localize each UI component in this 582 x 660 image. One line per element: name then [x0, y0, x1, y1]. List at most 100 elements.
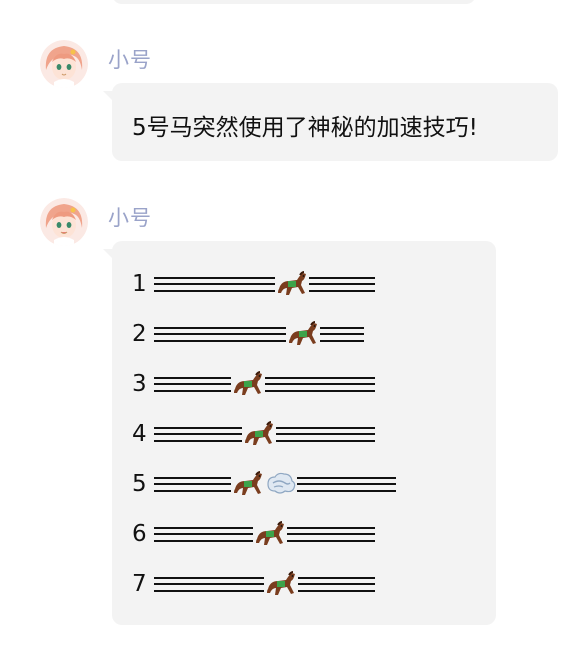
track-segment [231, 426, 242, 442]
lane-track [154, 467, 396, 501]
track-segment [198, 526, 209, 542]
track-segment [287, 526, 298, 542]
lane-number: 7 [132, 571, 147, 597]
track-segment [331, 576, 342, 592]
track-segment [275, 326, 286, 342]
track-segment [242, 576, 253, 592]
track-segment [331, 276, 342, 292]
track-segment [165, 576, 176, 592]
avatar[interactable] [40, 198, 88, 246]
racing-horse-icon [253, 517, 287, 551]
track-segment [242, 526, 253, 542]
race-lane-5: 5 [132, 459, 396, 509]
track-segment [385, 476, 396, 492]
track-segment [154, 476, 165, 492]
track-segment [331, 326, 342, 342]
track-segment [287, 426, 298, 442]
track-segment [298, 576, 309, 592]
track-segment [276, 426, 287, 442]
track-segment [253, 576, 264, 592]
race-lane-7: 7 [132, 559, 396, 609]
lane-number: 6 [132, 521, 147, 547]
track-segment [176, 276, 187, 292]
previous-message-bubble [112, 0, 476, 4]
track-segment [187, 526, 198, 542]
track-segment [176, 426, 187, 442]
track-segment [154, 426, 165, 442]
track-segment [364, 526, 375, 542]
track-segment [342, 276, 353, 292]
track-segment [298, 376, 309, 392]
lane-track [154, 567, 375, 601]
track-segment [320, 376, 331, 392]
track-segment [341, 476, 352, 492]
track-segment [154, 576, 165, 592]
lane-number: 4 [132, 421, 147, 447]
track-segment [253, 326, 264, 342]
lane-track [154, 417, 375, 451]
track-segment [276, 376, 287, 392]
track-segment [353, 426, 364, 442]
track-segment [320, 426, 331, 442]
track-segment [264, 276, 275, 292]
racing-horse-icon [231, 467, 265, 501]
track-segment [264, 326, 275, 342]
track-segment [165, 376, 176, 392]
track-segment [220, 326, 231, 342]
track-segment [209, 376, 220, 392]
track-segment [187, 326, 198, 342]
lane-number: 1 [132, 271, 147, 297]
track-segment [220, 426, 231, 442]
track-segment [187, 276, 198, 292]
track-segment [309, 376, 320, 392]
track-segment [364, 576, 375, 592]
track-segment [309, 276, 320, 292]
track-segment [165, 276, 176, 292]
track-segment [364, 376, 375, 392]
track-segment [165, 426, 176, 442]
track-segment [330, 476, 341, 492]
track-segment [352, 476, 363, 492]
dash-cloud-icon [265, 468, 297, 500]
race-lane-1: 1 [132, 259, 396, 309]
track-segment [198, 326, 209, 342]
track-segment [198, 476, 209, 492]
track-segment [320, 326, 331, 342]
message-text: 5号马突然使用了神秘的加速技巧! [132, 115, 478, 141]
track-segment [220, 576, 231, 592]
track-segment [187, 476, 198, 492]
sender-name: 小号 [108, 206, 152, 230]
track-segment [165, 326, 176, 342]
track-segment [342, 426, 353, 442]
track-segment [176, 476, 187, 492]
racing-horse-icon [231, 367, 265, 401]
track-segment [176, 326, 187, 342]
track-segment [342, 376, 353, 392]
track-segment [209, 476, 220, 492]
track-segment [209, 526, 220, 542]
track-segment [353, 526, 364, 542]
track-segment [231, 276, 242, 292]
track-segment [209, 576, 220, 592]
track-segment [231, 576, 242, 592]
race-lane-2: 2 [132, 309, 396, 359]
track-segment [331, 426, 342, 442]
track-segment [353, 376, 364, 392]
message-bubble: 5号马突然使用了神秘的加速技巧! [103, 83, 558, 161]
track-segment [176, 576, 187, 592]
race-lane-3: 3 [132, 359, 396, 409]
track-segment [364, 426, 375, 442]
track-segment [309, 576, 320, 592]
track-segment [220, 476, 231, 492]
track-segment [320, 576, 331, 592]
racing-horse-icon [275, 267, 309, 301]
racing-horse-icon [242, 417, 276, 451]
chat-panel: 小号 5号马突然使用了神秘的加速技巧! 小号 1 2 3 4 5 6 7 [0, 0, 582, 660]
track-segment [176, 526, 187, 542]
track-segment [298, 526, 309, 542]
avatar[interactable] [40, 40, 88, 88]
track-segment [353, 276, 364, 292]
track-segment [198, 376, 209, 392]
anime-girl-avatar-icon [40, 198, 88, 246]
track-segment [353, 326, 364, 342]
